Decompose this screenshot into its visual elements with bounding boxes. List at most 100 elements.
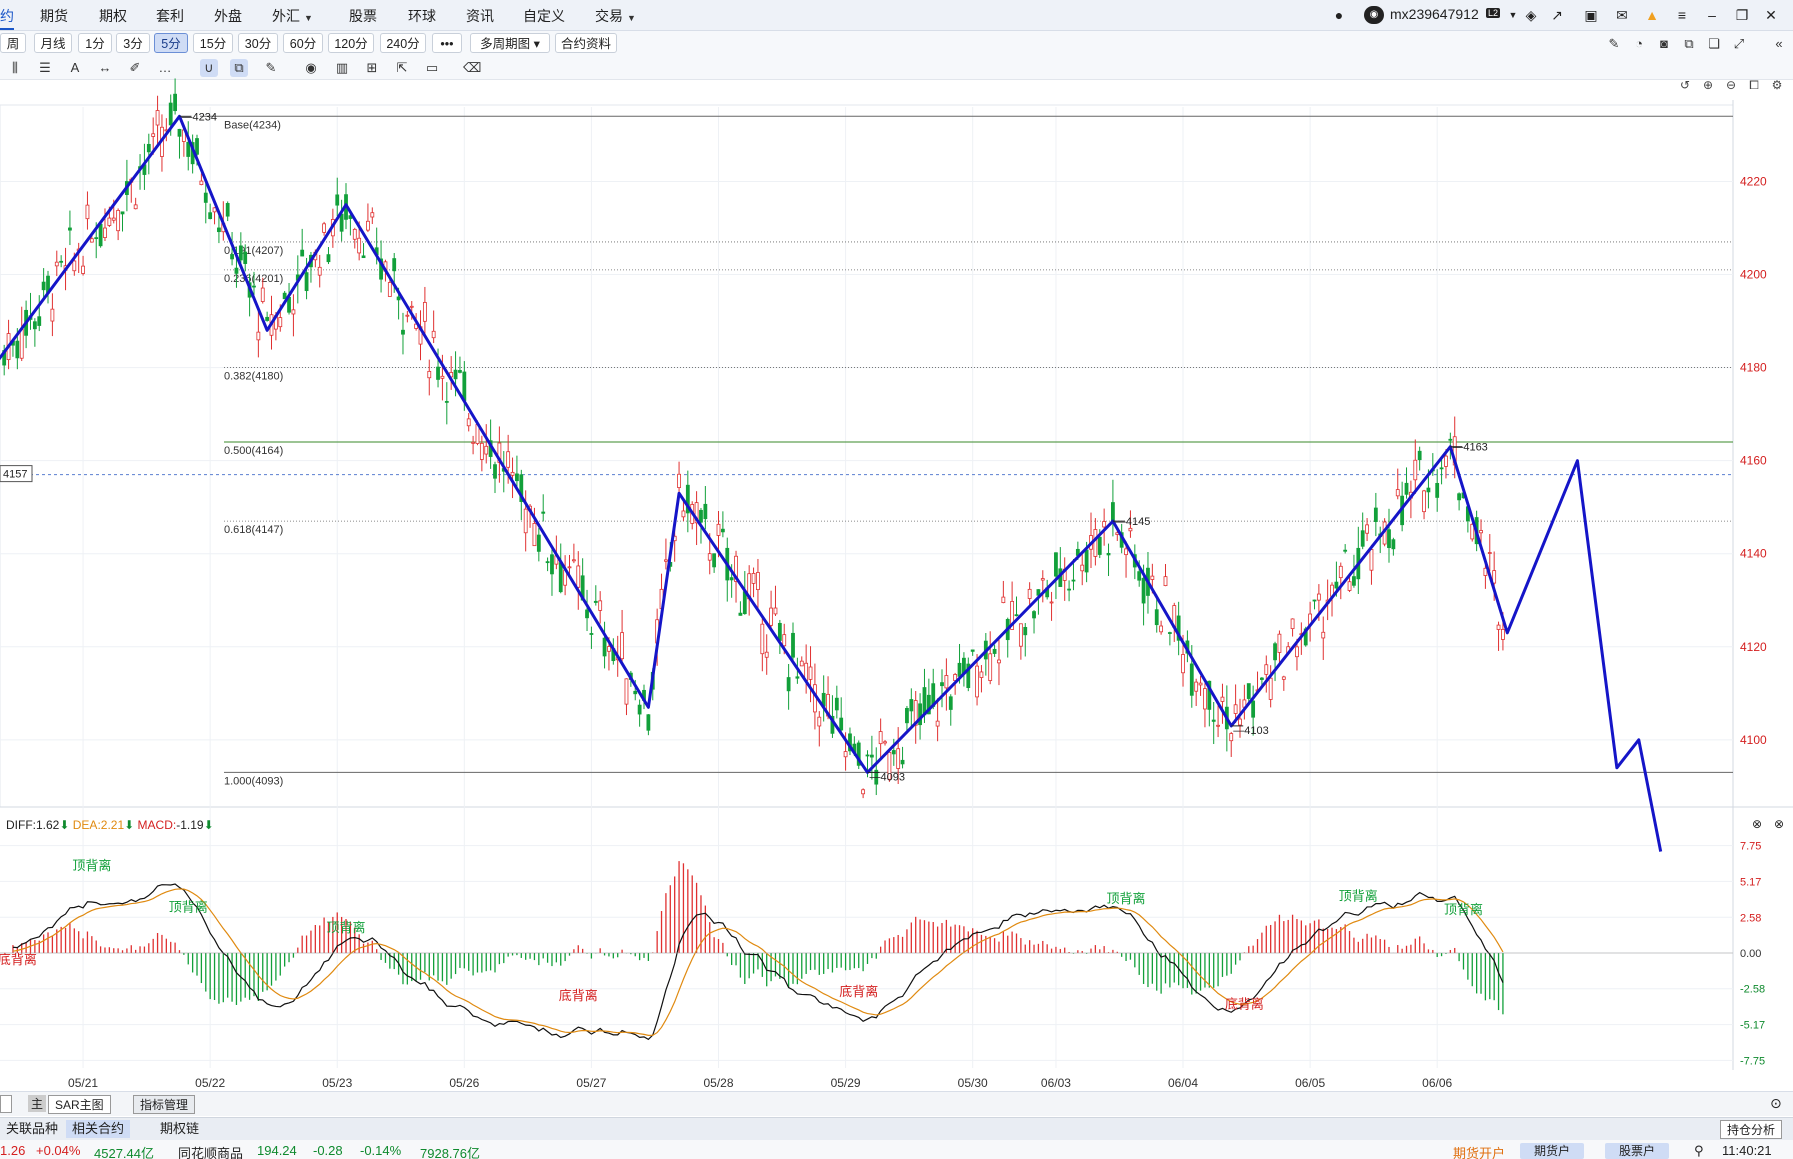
candle-body (769, 607, 773, 626)
candle-body (1492, 570, 1497, 584)
candle-body (633, 690, 638, 695)
candle-body (392, 258, 397, 272)
candle-body (462, 371, 467, 401)
quote-value-6: -0.14% (360, 1143, 402, 1158)
sar-main-button[interactable]: SAR主图 (48, 1095, 111, 1114)
quote-value-0: 1.26 (0, 1143, 26, 1158)
candle-body (1194, 681, 1199, 692)
kline-chart[interactable]: 05/21 05/22 05/23 05/26 05/27 05/28 05/29 05/30… (0, 0, 1793, 1159)
candle-body (357, 237, 362, 254)
candle-body (453, 369, 458, 380)
candle-body (843, 751, 848, 758)
pivot-label: —4093 (870, 771, 905, 783)
candle-body (791, 632, 795, 658)
candle-body (900, 759, 905, 765)
candle-body (1321, 631, 1326, 639)
candle-body (716, 523, 721, 536)
date-tick-label: 05/26 (449, 1076, 479, 1090)
candle-body (1487, 552, 1492, 554)
candle-body (532, 523, 537, 547)
candle-body (720, 528, 725, 533)
candle-body (335, 194, 340, 206)
candle-body (681, 510, 686, 518)
candle-body (1373, 507, 1378, 522)
candle-body (1189, 663, 1194, 696)
candle-body (1137, 571, 1142, 581)
candle-body (1001, 596, 1006, 604)
hold-analysis-button[interactable]: 持仓分析 (1720, 1120, 1783, 1139)
divergence-label: 顶背离 (327, 920, 366, 936)
date-tick-label: 05/22 (195, 1076, 225, 1090)
date-tick-label: 05/28 (703, 1076, 733, 1090)
candle-body (782, 634, 787, 647)
candle-body (550, 554, 554, 575)
candle-body (326, 254, 331, 263)
tab-option-chain[interactable]: 期权链 (154, 1120, 205, 1138)
divergence-label: 底背离 (1225, 996, 1264, 1012)
macd-tick-label: 5.17 (1740, 876, 1761, 888)
candle-body (1049, 601, 1054, 604)
candle-body (1295, 646, 1299, 658)
futures-account-button[interactable]: 期货户 (1520, 1143, 1585, 1159)
candle-body (760, 623, 765, 655)
price-tick-label: 4120 (1740, 640, 1767, 654)
macd-settings-icon[interactable]: ⊗ (1752, 817, 1762, 831)
indicator-manage-button[interactable]: 指标管理 (133, 1095, 196, 1114)
scroll-left-button[interactable] (0, 1095, 12, 1113)
candle-body (493, 464, 497, 479)
candle-body (1027, 588, 1032, 599)
pivot-label: —4234 (181, 111, 216, 123)
candle-body (1343, 549, 1348, 552)
candle-body (1067, 588, 1071, 591)
candle-body (98, 223, 103, 247)
candle-body (243, 251, 248, 264)
candle-body (151, 133, 156, 137)
location-icon[interactable]: ⊙ (1770, 1095, 1782, 1112)
candle-body (225, 203, 230, 217)
macd-close-icon[interactable]: ⊗ (1774, 817, 1784, 831)
candle-body (1264, 664, 1269, 675)
candle-body (366, 220, 370, 231)
candle-body (19, 328, 24, 359)
divergence-label: 顶背离 (1444, 902, 1483, 918)
candle-body (479, 442, 484, 460)
indicator-bar: 主 SAR主图 指标管理 ⊙ (0, 1091, 1793, 1116)
date-tick-label: 05/30 (958, 1076, 988, 1090)
search-icon[interactable]: ⚲ (1694, 1143, 1704, 1159)
candle-body (32, 321, 37, 330)
candle-body (1150, 575, 1155, 580)
date-tick-label: 06/05 (1295, 1076, 1325, 1090)
open-account-link[interactable]: 期货开户 (1453, 1143, 1505, 1159)
candle-body (1501, 628, 1505, 640)
candle-body (440, 375, 445, 379)
date-tick-label: 05/27 (576, 1076, 606, 1090)
candle-body (756, 572, 760, 591)
candle-body (1124, 548, 1128, 556)
candle-body (1128, 527, 1133, 532)
candle-body (111, 217, 116, 221)
candle-body (970, 649, 975, 652)
candle-body (68, 227, 72, 231)
candle-body (1181, 654, 1185, 674)
candle-body (217, 227, 221, 233)
tab-related-variety[interactable]: 关联品种 (0, 1120, 64, 1138)
candle-body (1334, 581, 1339, 589)
candle-body (997, 659, 1001, 664)
candle-body (409, 305, 414, 308)
candle-body (883, 741, 887, 744)
candle-body (370, 212, 375, 218)
candle-body (1391, 539, 1396, 550)
candle-body (795, 676, 800, 679)
candle-body (1444, 455, 1448, 467)
candle-body (168, 102, 173, 126)
candle-body (1163, 576, 1168, 587)
candle-body (1365, 524, 1369, 534)
candle-body (300, 249, 305, 257)
fib-label: Base(4234) (224, 119, 281, 131)
stock-account-button[interactable]: 股票户 (1605, 1143, 1670, 1159)
candle-body (1093, 529, 1098, 557)
candle-body (536, 534, 541, 552)
candle-body (405, 314, 410, 317)
candle-body (712, 553, 717, 568)
tab-related-contracts[interactable]: 相关合约 (66, 1120, 131, 1138)
